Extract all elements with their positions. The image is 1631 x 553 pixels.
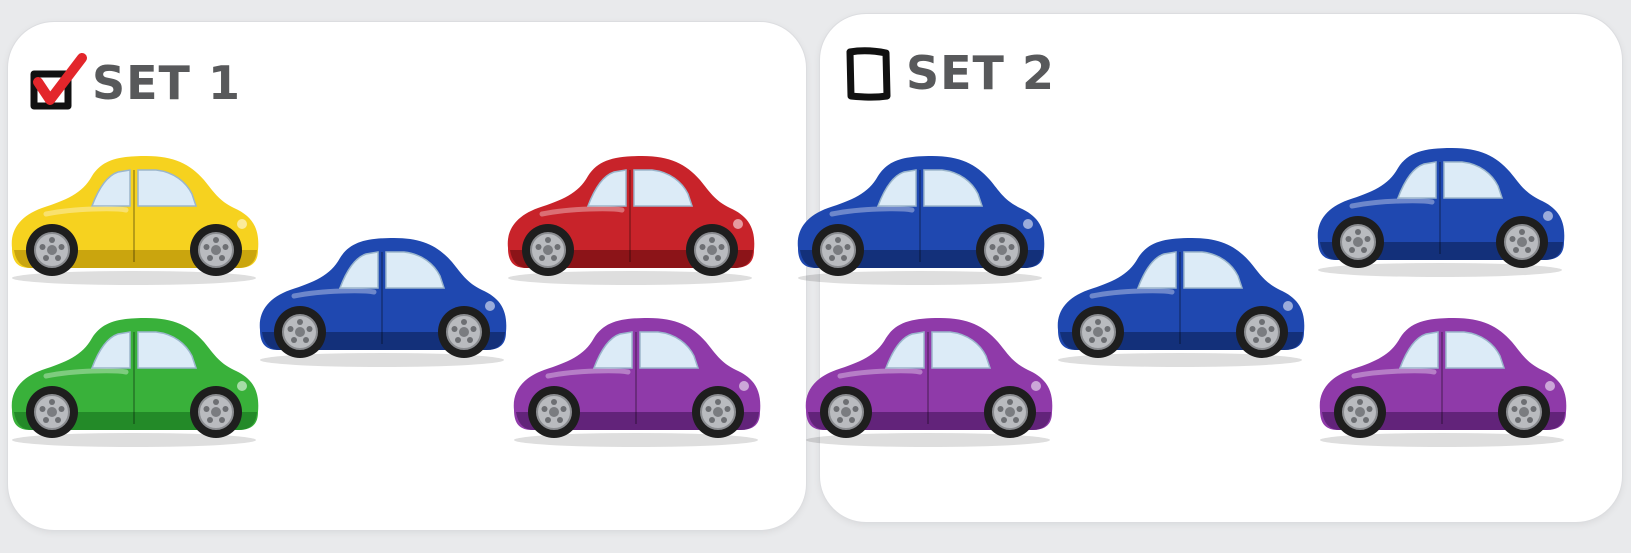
car-green — [6, 312, 262, 450]
car-blue — [1052, 232, 1308, 370]
car-purple — [800, 312, 1056, 450]
set-2-label: SET 2 — [906, 46, 1055, 100]
set-1-header: SET 1 — [28, 52, 241, 114]
set-2-panel: SET 2 — [797, 14, 1622, 522]
car-blue — [792, 150, 1048, 288]
checked-box-icon[interactable] — [28, 52, 88, 114]
car-blue — [1312, 142, 1568, 280]
set-1-panel: SET 1 — [8, 22, 806, 530]
car-purple — [1314, 312, 1570, 450]
set-1-label: SET 1 — [92, 56, 241, 110]
car-red — [502, 150, 758, 288]
empty-box-icon[interactable] — [842, 42, 902, 104]
set-2-header: SET 2 — [842, 42, 1055, 104]
car-purple — [508, 312, 764, 450]
stage: SET 1 SET 2 — [0, 0, 1631, 553]
car-blue — [254, 232, 510, 370]
car-yellow — [6, 150, 262, 288]
